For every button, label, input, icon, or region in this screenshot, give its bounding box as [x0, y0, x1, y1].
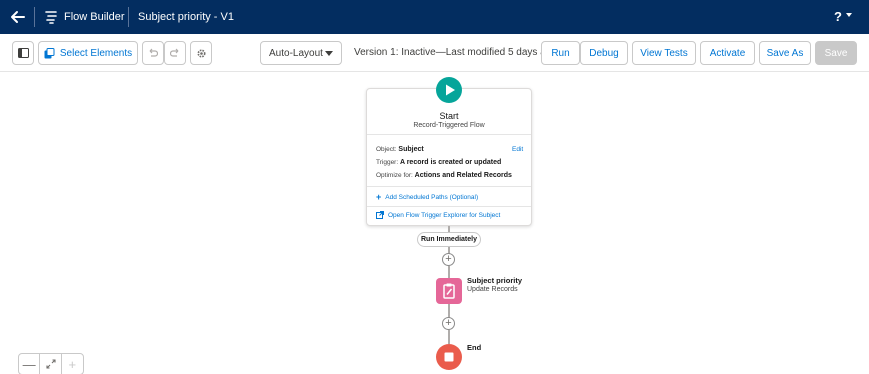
object-label: Object: — [376, 146, 397, 153]
object-value: Subject — [398, 146, 424, 153]
add-scheduled-paths-link[interactable]: + Add Scheduled Paths (Optional) — [376, 192, 478, 202]
start-node[interactable] — [436, 77, 462, 103]
update-records-icon — [443, 283, 455, 299]
card-divider — [367, 186, 531, 187]
debug-button[interactable]: Debug — [580, 41, 628, 65]
fit-view-button[interactable] — [40, 354, 62, 374]
add-element-button[interactable]: + — [442, 253, 455, 266]
flow-settings-button[interactable] — [190, 41, 212, 65]
object-row: Object: Subject — [376, 146, 424, 153]
add-element-button[interactable]: + — [442, 317, 455, 330]
redo-icon — [170, 48, 179, 57]
flow-name: Subject priority - V1 — [138, 11, 234, 23]
flow-builder-icon — [45, 11, 57, 24]
optimize-label: Optimize for: — [376, 172, 413, 179]
edit-link[interactable]: Edit — [512, 146, 523, 153]
zoom-out-button[interactable]: — — [19, 354, 41, 374]
select-elements-icon — [44, 47, 55, 58]
connector-line — [448, 304, 450, 318]
external-link-icon — [376, 211, 384, 219]
layout-select-value: Auto-Layout — [269, 47, 323, 59]
connector-line — [448, 266, 450, 278]
toggle-panel-button[interactable] — [12, 41, 34, 65]
start-title: Start — [439, 111, 459, 121]
start-subtitle: Record-Triggered Flow — [413, 122, 485, 129]
redo-button[interactable] — [164, 41, 186, 65]
card-divider — [367, 206, 531, 207]
fit-view-icon — [45, 359, 56, 369]
version-status: Version 1: Inactive—Last modified 5 days… — [354, 47, 557, 58]
header-divider — [34, 7, 35, 27]
end-label: End — [467, 343, 482, 352]
connector-line — [448, 330, 450, 344]
trigger-value: A record is created or updated — [399, 159, 502, 166]
add-scheduled-paths-label: Add Scheduled Paths (Optional) — [385, 193, 479, 201]
zoom-in-button[interactable]: + — [62, 354, 83, 374]
update-records-node[interactable] — [436, 278, 462, 304]
app-name: Flow Builder — [64, 11, 125, 23]
update-node-subtitle: Update Records — [467, 286, 518, 293]
save-as-button[interactable]: Save As — [759, 41, 811, 65]
select-elements-button[interactable]: Select Elements — [38, 41, 138, 65]
panel-toggle-icon — [17, 48, 29, 58]
optimize-row: Optimize for: Actions and Related Record… — [376, 172, 512, 179]
optimize-value: Actions and Related Records — [414, 172, 512, 179]
flow-canvas[interactable]: Start Record-Triggered Flow Object: Subj… — [0, 73, 869, 374]
app-header: Flow Builder Subject priority - V1 ? — [0, 0, 869, 34]
update-node-title: Subject priority — [467, 276, 523, 285]
activate-button[interactable]: Activate — [700, 41, 755, 65]
end-node — [436, 344, 462, 370]
path-label: Run Immediately — [417, 232, 481, 247]
run-button[interactable]: Run — [541, 41, 580, 65]
header-divider — [128, 7, 129, 27]
back-arrow-icon[interactable] — [8, 7, 28, 27]
zoom-controls: — + — [18, 353, 84, 374]
play-icon — [446, 84, 455, 96]
chevron-down-icon — [325, 50, 333, 56]
open-trigger-explorer-link[interactable]: Open Flow Trigger Explorer for Subject — [376, 211, 500, 219]
stop-icon — [444, 352, 454, 362]
start-element-card[interactable]: Start Record-Triggered Flow Object: Subj… — [366, 88, 532, 226]
trigger-row: Trigger: A record is created or updated — [376, 159, 501, 166]
save-button[interactable]: Save — [815, 41, 857, 65]
help-menu-caret-icon[interactable] — [846, 13, 852, 17]
layout-select[interactable]: Auto-Layout — [260, 41, 342, 65]
help-button[interactable]: ? — [834, 9, 842, 24]
select-elements-label: Select Elements — [59, 47, 133, 59]
undo-button[interactable] — [142, 41, 164, 65]
gear-icon — [196, 48, 206, 58]
trigger-label: Trigger: — [376, 159, 399, 166]
plus-icon: + — [376, 192, 382, 202]
view-tests-button[interactable]: View Tests — [632, 41, 696, 65]
undo-icon — [149, 48, 158, 57]
open-trigger-explorer-label: Open Flow Trigger Explorer for Subject — [388, 211, 501, 219]
toolbar: Select Elements Auto-Layout Version 1: I… — [0, 34, 869, 72]
